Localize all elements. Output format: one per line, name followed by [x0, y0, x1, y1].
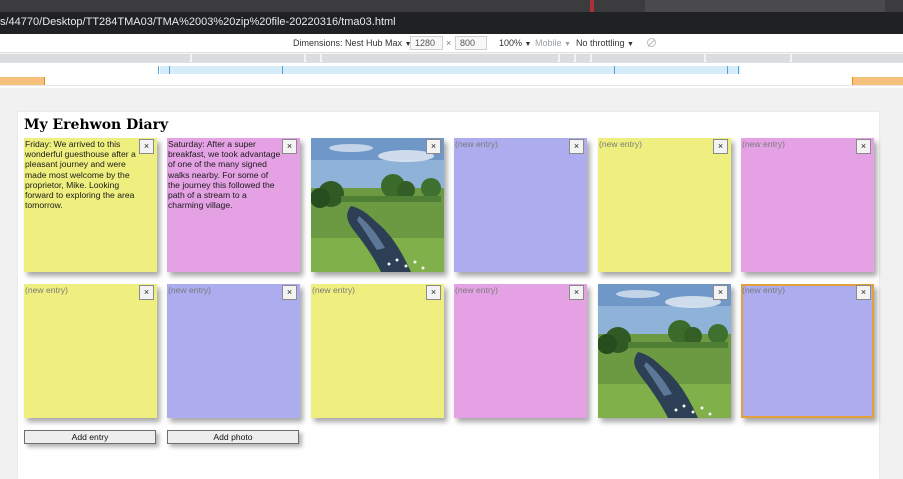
note-placeholder[interactable]: (new entry)	[312, 285, 355, 295]
media-query-segment[interactable]	[560, 54, 574, 62]
breakpoint-tick	[158, 66, 159, 74]
media-query-segment[interactable]	[306, 54, 320, 62]
note-text[interactable]: Saturday: After a super breakfast, we to…	[168, 139, 282, 210]
diary-note[interactable]: (new entry) ×	[311, 284, 444, 418]
diary-note[interactable]: (new entry) ×	[598, 138, 731, 272]
stream-landscape-image	[598, 284, 731, 418]
note-placeholder[interactable]: (new entry)	[455, 139, 498, 149]
max-width-edge	[852, 77, 853, 85]
breakpoint-tick	[738, 66, 739, 74]
diary-note[interactable]: (new entry) ×	[24, 284, 157, 418]
tab-background	[645, 0, 885, 12]
page-title: My Erehwon Diary	[24, 117, 169, 133]
stream-landscape-image	[311, 138, 444, 272]
breakpoint-band	[160, 66, 740, 74]
throttling-select[interactable]: No throttling ▼	[576, 38, 634, 48]
mode-label: Mobile	[535, 38, 562, 48]
media-query-bar[interactable]	[0, 53, 903, 63]
chevron-down-icon: ▼	[627, 41, 634, 48]
close-icon[interactable]: ×	[139, 285, 154, 300]
diary-page: My Erehwon Diary Friday: We arrived to t…	[18, 112, 879, 479]
note-placeholder[interactable]: (new entry)	[168, 285, 211, 295]
note-placeholder[interactable]: (new entry)	[742, 139, 785, 149]
close-icon[interactable]: ×	[713, 285, 728, 300]
browser-tab-strip	[0, 0, 903, 12]
close-icon[interactable]: ×	[569, 285, 584, 300]
max-width-bar[interactable]	[0, 76, 903, 86]
diary-note[interactable]: Saturday: After a super breakfast, we to…	[167, 138, 300, 272]
photo-note[interactable]: ×	[598, 284, 731, 418]
close-icon[interactable]: ×	[856, 285, 871, 300]
media-query-segment[interactable]	[592, 54, 704, 62]
throttling-label: No throttling	[576, 38, 625, 48]
close-icon[interactable]: ×	[426, 285, 441, 300]
note-placeholder[interactable]: (new entry)	[455, 285, 498, 295]
photo-note[interactable]: ×	[311, 138, 444, 272]
mode-select[interactable]: Mobile ▼	[535, 38, 571, 48]
diary-note[interactable]: (new entry) ×	[741, 284, 874, 418]
note-placeholder[interactable]: (new entry)	[599, 139, 642, 149]
height-input[interactable]: 800	[455, 36, 487, 50]
tab-accent	[590, 0, 594, 12]
width-input[interactable]: 1280	[410, 36, 443, 50]
add-entry-button[interactable]: Add entry	[24, 430, 156, 444]
close-icon[interactable]: ×	[713, 139, 728, 154]
no-entry-icon[interactable]	[647, 38, 656, 47]
media-query-segment[interactable]	[576, 54, 590, 62]
breakpoint-tick	[614, 66, 615, 74]
dimensions-select[interactable]: Dimensions: Nest Hub Max ▼	[293, 38, 412, 48]
zoom-select[interactable]: 100% ▼	[499, 38, 531, 48]
note-placeholder[interactable]: (new entry)	[25, 285, 68, 295]
zoom-label: 100%	[499, 38, 523, 48]
diary-note[interactable]: (new entry) ×	[454, 138, 587, 272]
dimensions-label: Dimensions: Nest Hub Max	[293, 38, 403, 48]
note-text[interactable]: Friday: We arrived to this wonderful gue…	[25, 139, 139, 210]
close-icon[interactable]: ×	[569, 139, 584, 154]
close-icon[interactable]: ×	[856, 139, 871, 154]
close-icon[interactable]: ×	[282, 285, 297, 300]
media-query-segment[interactable]	[0, 54, 190, 62]
diary-note[interactable]: (new entry) ×	[741, 138, 874, 272]
device-viewport: My Erehwon Diary Friday: We arrived to t…	[0, 88, 903, 479]
device-toolbar: Dimensions: Nest Hub Max ▼ 1280 × 800 10…	[0, 34, 903, 53]
max-width-segment[interactable]	[853, 77, 903, 85]
url-text[interactable]: s/44770/Desktop/TT284TMA03/TMA%2003%20zi…	[0, 16, 396, 28]
breakpoint-bar[interactable]	[0, 64, 903, 76]
media-query-segment[interactable]	[322, 54, 558, 62]
max-width-edge	[44, 77, 45, 85]
close-icon[interactable]: ×	[139, 139, 154, 154]
diary-note[interactable]: (new entry) ×	[454, 284, 587, 418]
media-query-segment[interactable]	[706, 54, 790, 62]
times-sign: ×	[446, 38, 452, 48]
breakpoint-tick	[169, 66, 170, 74]
diary-note[interactable]: (new entry) ×	[167, 284, 300, 418]
note-placeholder[interactable]: (new entry)	[742, 285, 785, 295]
breakpoint-tick	[282, 66, 283, 74]
address-bar[interactable]: s/44770/Desktop/TT284TMA03/TMA%2003%20zi…	[0, 12, 903, 34]
chevron-down-icon: ▼	[564, 41, 571, 48]
media-query-segment[interactable]	[192, 54, 304, 62]
breakpoint-tick	[727, 66, 728, 74]
max-width-segment[interactable]	[0, 77, 44, 85]
diary-note[interactable]: Friday: We arrived to this wonderful gue…	[24, 138, 157, 272]
chevron-down-icon: ▼	[524, 41, 532, 48]
media-query-segment[interactable]	[792, 54, 903, 62]
close-icon[interactable]: ×	[282, 139, 297, 154]
close-icon[interactable]: ×	[426, 139, 441, 154]
add-photo-button[interactable]: Add photo	[167, 430, 299, 444]
